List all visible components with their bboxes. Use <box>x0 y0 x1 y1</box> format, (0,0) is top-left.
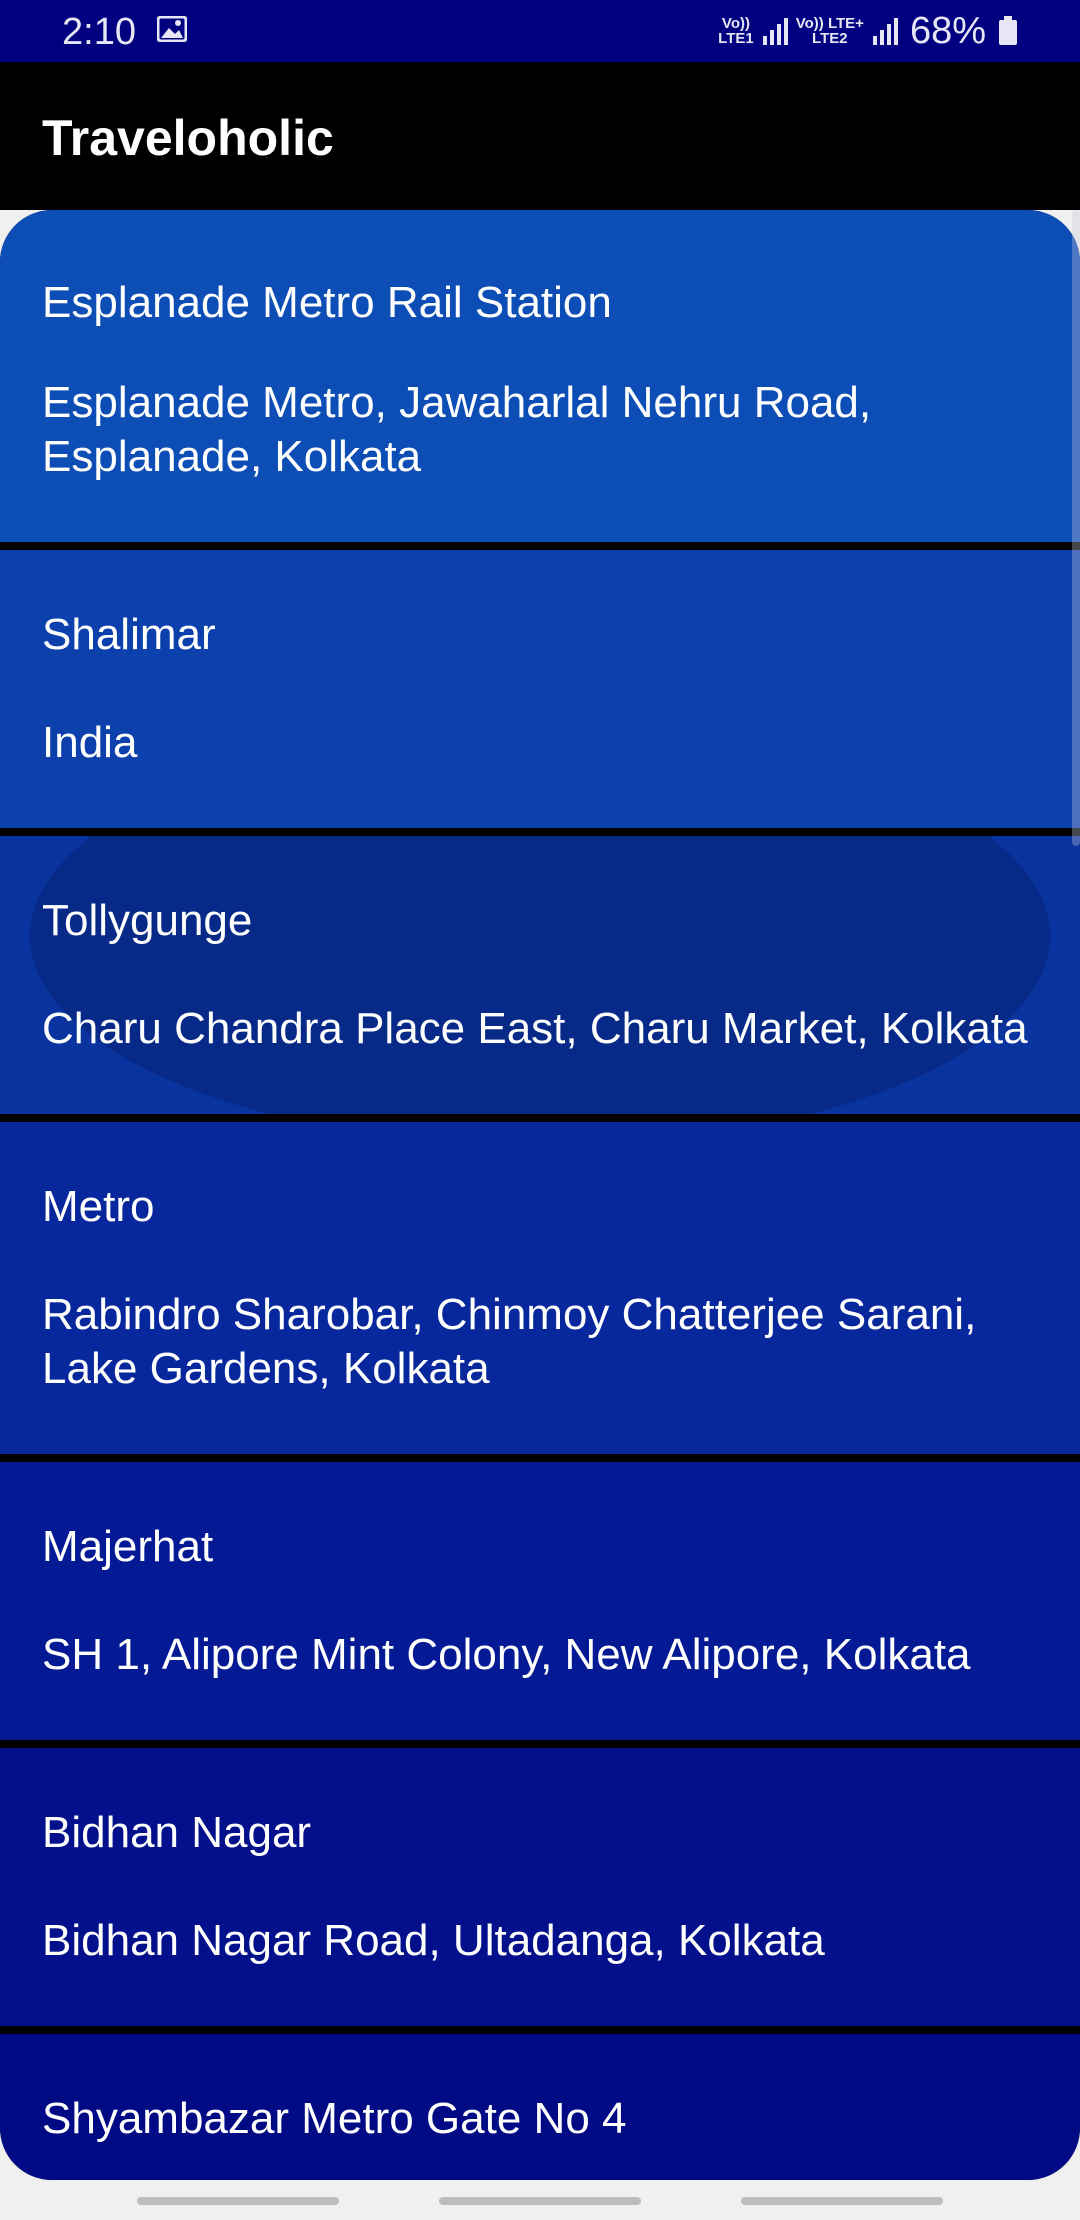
image-icon <box>157 16 187 42</box>
place-name: Bidhan Nagar <box>42 1808 312 1857</box>
list-item[interactable]: Esplanade Metro Rail Station Esplanade M… <box>0 210 1080 542</box>
sim1-volte-label: Vo)) LTE1 <box>718 15 754 47</box>
battery-percentage: 68% <box>909 10 986 52</box>
place-name: Majerhat <box>42 1522 214 1571</box>
places-list[interactable]: Esplanade Metro Rail Station Esplanade M… <box>0 210 1080 2180</box>
signal-icon <box>872 18 898 45</box>
place-address: India <box>42 718 138 767</box>
status-time: 2:10 <box>62 11 136 53</box>
status-bar: 2:10 Vo)) LTE1 Vo)) LTE+ LTE2 68% <box>0 0 1080 62</box>
app-title: Traveloholic <box>42 110 334 166</box>
place-name: Tollygunge <box>42 896 253 945</box>
place-address: Rabindro Sharobar, Chinmoy Chatterjee Sa… <box>42 1290 977 1393</box>
battery-icon <box>999 16 1017 45</box>
place-address: SH 1, Alipore Mint Colony, New Alipore, … <box>42 1630 971 1679</box>
touch-ripple <box>30 836 1050 1114</box>
signal-icon <box>762 18 788 45</box>
list-item[interactable]: Shyambazar Metro Gate No 4 <box>0 2034 1080 2180</box>
place-address: Charu Chandra Place East, Charu Market, … <box>42 1004 1028 1053</box>
list-item[interactable]: Tollygunge Charu Chandra Place East, Cha… <box>0 836 1080 1114</box>
list-item[interactable]: Metro Rabindro Sharobar, Chinmoy Chatter… <box>0 1122 1080 1454</box>
place-name: Shalimar <box>42 610 216 659</box>
status-icons: Vo)) LTE1 Vo)) LTE+ LTE2 68% <box>718 8 1018 54</box>
place-address: Esplanade Metro, Jawaharlal Nehru Road, … <box>42 378 872 481</box>
place-address: Bidhan Nagar Road, Ultadanga, Kolkata <box>42 1916 825 1965</box>
scrollbar[interactable] <box>1072 210 1080 846</box>
nav-home-button[interactable] <box>439 2197 641 2205</box>
navigation-bar <box>0 2180 1080 2220</box>
app-bar: Traveloholic <box>0 62 1080 210</box>
place-name: Shyambazar Metro Gate No 4 <box>42 2094 627 2143</box>
list-item[interactable]: Shalimar India <box>0 550 1080 828</box>
place-name: Metro <box>42 1182 155 1231</box>
list-item[interactable]: Bidhan Nagar Bidhan Nagar Road, Ultadang… <box>0 1748 1080 2026</box>
nav-back-button[interactable] <box>741 2197 943 2205</box>
sim2-volte-label: Vo)) LTE+ LTE2 <box>795 15 864 47</box>
nav-recent-apps-button[interactable] <box>137 2197 339 2205</box>
list-item[interactable]: Majerhat SH 1, Alipore Mint Colony, New … <box>0 1462 1080 1740</box>
place-name: Esplanade Metro Rail Station <box>42 278 612 327</box>
